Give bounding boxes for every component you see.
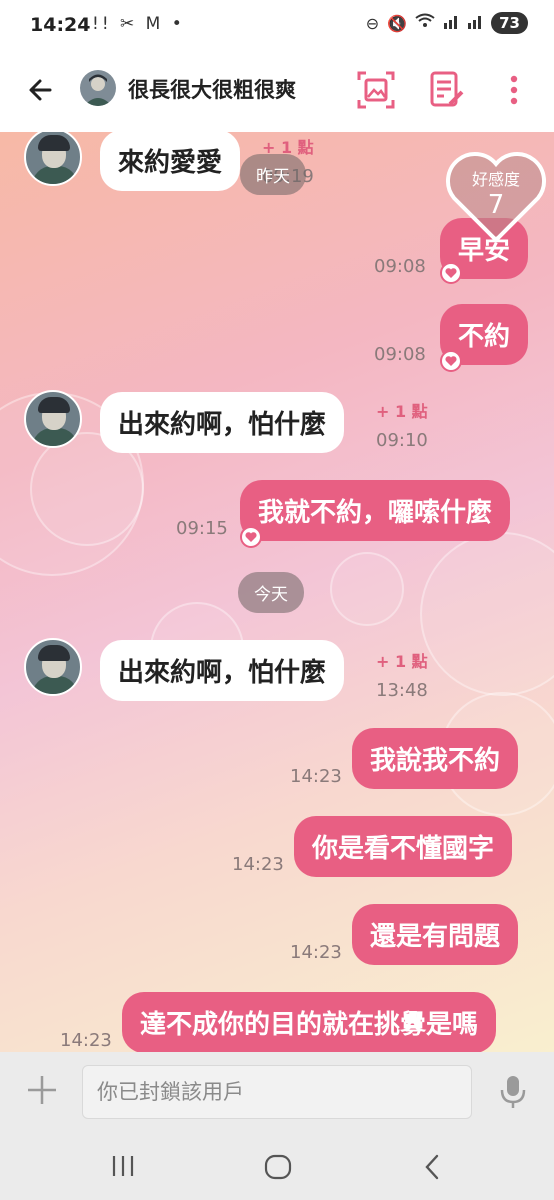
points-label: + 1 點 [376, 652, 428, 671]
message-time: 09:10 [376, 430, 428, 451]
back-nav-icon[interactable] [422, 1154, 442, 1180]
day-separator-yesterday: 昨天 [240, 154, 306, 195]
image-gallery-icon[interactable] [356, 70, 396, 110]
affinity-label: 好感度 [471, 170, 520, 189]
battery-indicator: 73 [491, 12, 528, 34]
contact-name: 很長很大很粗很爽 [128, 78, 296, 102]
incoming-message[interactable]: 出來約啊，怕什麼 [100, 392, 345, 453]
message-time: 14:23 [60, 1030, 112, 1051]
chat-area[interactable]: 來約愛愛 + 1 點 09:19 昨天 早安 09:08 不約 09:08 出來… [0, 132, 554, 1052]
like-heart-icon[interactable] [440, 350, 462, 372]
day-separator-today: 今天 [238, 572, 304, 613]
sender-avatar[interactable] [24, 132, 82, 186]
message-time: 09:08 [374, 344, 426, 365]
microphone-icon[interactable] [498, 1074, 528, 1110]
wifi-icon [415, 13, 435, 33]
incoming-message[interactable]: 來約愛愛 [100, 132, 241, 191]
outgoing-message[interactable]: 達不成你的目的就在挑釁是嗎 [122, 992, 497, 1052]
dnd-icon: ⊖ [365, 13, 380, 33]
system-nav-bar [0, 1132, 554, 1200]
mute-icon: 🔇 [387, 13, 408, 33]
outgoing-message[interactable]: 我說我不約 [352, 728, 519, 789]
message-input[interactable]: 你已封鎖該用戶 [82, 1065, 472, 1119]
home-icon[interactable] [264, 1154, 292, 1180]
chat-header: 很長很大很粗很爽 [0, 52, 554, 132]
message-time: 14:23 [290, 766, 342, 787]
status-time: 14:24 [30, 14, 91, 36]
outgoing-message[interactable]: 我就不約，囉嗦什麼 [240, 480, 511, 541]
recents-icon[interactable] [110, 1154, 136, 1178]
sender-avatar[interactable] [24, 390, 82, 448]
outgoing-message[interactable]: 你是看不懂國字 [294, 816, 513, 877]
status-bar: 14:24 !! ✂ M • ⊖ 🔇 73 [0, 0, 554, 52]
message-time: 09:08 [374, 256, 426, 277]
affinity-value: 7 [487, 190, 505, 220]
status-icons: ⊖ 🔇 73 [366, 12, 528, 34]
message-time: 14:23 [232, 854, 284, 875]
like-heart-icon[interactable] [240, 526, 262, 548]
signal-icon [443, 13, 459, 33]
contact-avatar[interactable] [80, 70, 116, 106]
affinity-heart[interactable]: 好感度 7 [444, 150, 548, 244]
incoming-message[interactable]: 出來約啊，怕什麼 [100, 640, 345, 701]
like-heart-icon[interactable] [440, 262, 462, 284]
notification-icons: !! ✂ M • [92, 14, 185, 34]
back-arrow-icon[interactable] [24, 72, 60, 108]
outgoing-message[interactable]: 還是有問題 [352, 904, 519, 965]
message-time: 09:15 [176, 518, 228, 539]
decor-bubble [420, 532, 554, 696]
more-options-icon[interactable] [494, 70, 534, 110]
input-bar: 你已封鎖該用戶 [0, 1052, 554, 1132]
note-edit-icon[interactable] [426, 70, 466, 110]
message-time: 14:23 [290, 942, 342, 963]
decor-bubble [330, 552, 404, 626]
message-time: 13:48 [376, 680, 428, 701]
signal-icon-2 [467, 13, 483, 33]
points-label: + 1 點 [376, 402, 428, 421]
sender-avatar[interactable] [24, 638, 82, 696]
plus-icon[interactable] [24, 1072, 60, 1108]
